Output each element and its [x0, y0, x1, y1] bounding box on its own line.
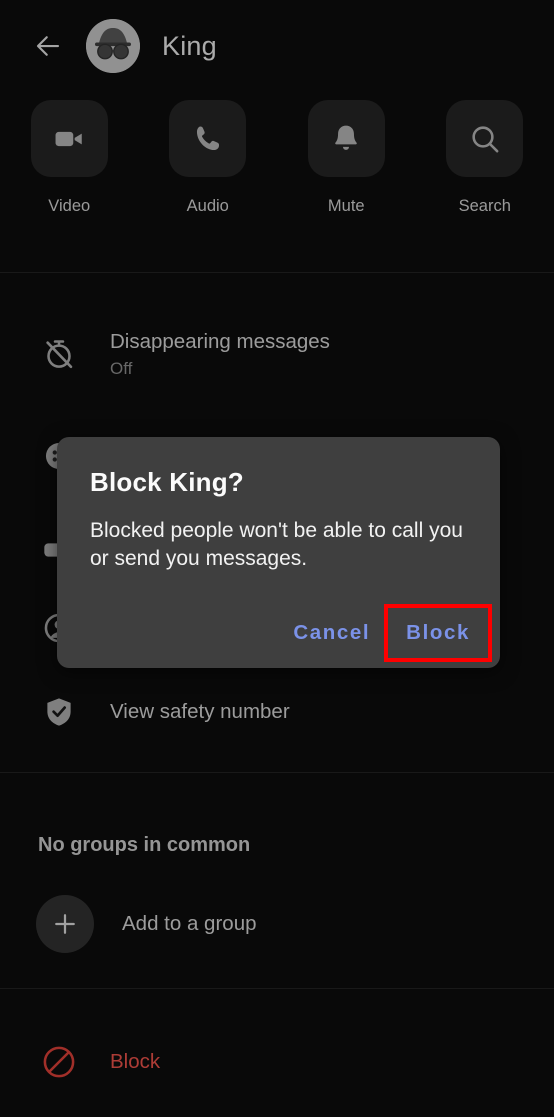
block-confirm-button[interactable]: Block	[384, 604, 492, 662]
contact-settings-screen: King Video Audio Mute Search Disappearin…	[0, 0, 554, 1117]
dialog-title: Block King?	[90, 467, 244, 497]
dialog-message: Blocked people won't be able to call you…	[90, 519, 463, 571]
dialog-actions: Cancel Block	[275, 604, 492, 662]
block-confirmation-dialog: Block King? Blocked people won't be able…	[57, 437, 500, 668]
cancel-button[interactable]: Cancel	[275, 608, 388, 658]
